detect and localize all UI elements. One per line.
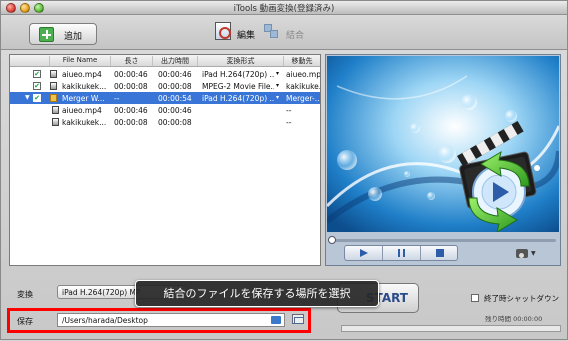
file-name-cell: kakikukek... xyxy=(62,118,107,127)
header-destination[interactable]: 移動先 xyxy=(284,56,320,66)
snapshot-button[interactable]: ▼ xyxy=(516,247,538,259)
output-time-cell: 00:00:46 xyxy=(158,106,192,115)
destination-cell: Merger-... xyxy=(286,94,320,103)
tooltip: 結合のファイルを保存する場所を選択 xyxy=(135,280,379,307)
file-name-cell: Merger W... xyxy=(62,94,105,103)
length-cell: 00:00:46 xyxy=(114,106,148,115)
format-dropdown-icon[interactable]: ▾ xyxy=(276,82,279,89)
shutdown-checkbox[interactable] xyxy=(471,294,479,302)
stop-icon xyxy=(436,249,444,257)
destination-cell: -- xyxy=(286,106,292,115)
length-cell: 00:00:08 xyxy=(114,82,148,91)
format-dropdown-icon[interactable]: ▾ xyxy=(276,70,279,77)
pause-icon xyxy=(398,249,405,257)
length-cell: 00:00:46 xyxy=(114,70,148,79)
output-time-cell: 00:00:54 xyxy=(158,94,192,103)
playback-controls xyxy=(344,245,458,261)
join-icon xyxy=(264,24,280,40)
file-list: File Name 長さ 出力時間 変換形式 移動先 ✔ aiueo.mp4 00:… xyxy=(9,54,321,266)
table-row[interactable]: aiueo.mp4 00:00:46 00:00:46 -- xyxy=(10,104,320,116)
format-cell: MPEG-2 Movie File... xyxy=(202,82,274,91)
seek-bar[interactable] xyxy=(328,236,558,244)
camera-icon xyxy=(516,249,528,258)
add-file-icon xyxy=(39,27,54,42)
file-name-cell: aiueo.mp4 xyxy=(62,106,102,115)
title-bar: iTools 動画変換(登録済み) xyxy=(1,1,567,15)
window-title: iTools 動画変換(登録済み) xyxy=(233,4,335,14)
edit-button-label: 編集 xyxy=(237,31,256,41)
output-time-cell: 00:00:08 xyxy=(158,82,192,91)
video-file-icon xyxy=(52,118,59,126)
format-cell: iPad H.264(720p) ... xyxy=(202,70,274,79)
preview-panel: ▼ xyxy=(325,54,561,266)
file-name-cell: aiueo.mp4 xyxy=(62,70,102,79)
edit-icon xyxy=(215,22,231,40)
edit-button[interactable]: 編集 xyxy=(215,22,255,44)
join-button-label: 結合 xyxy=(286,31,305,41)
format-dropdown-icon[interactable]: ▾ xyxy=(276,94,279,101)
toolbar: 追加 編集 結合 xyxy=(1,16,567,50)
header-file-name[interactable]: File Name xyxy=(50,56,111,66)
disclosure-triangle-icon[interactable]: ▼ xyxy=(25,94,30,101)
output-time-cell: 00:00:08 xyxy=(158,118,192,127)
row-checkbox[interactable]: ✔ xyxy=(33,94,41,102)
length-cell: 00:00:08 xyxy=(114,118,148,127)
shutdown-label: 終了時シャットダウン xyxy=(484,294,559,303)
header-length[interactable]: 長さ xyxy=(111,56,153,66)
table-row[interactable]: kakikukek... 00:00:08 00:00:08 -- xyxy=(10,116,320,128)
progress-bar xyxy=(341,325,561,332)
seek-handle[interactable] xyxy=(328,236,336,244)
app-window: iTools 動画変換(登録済み) 追加 編集 結合 File Name 長さ … xyxy=(0,0,568,340)
table-row[interactable]: ✔ kakikukek... 00:00:08 00:00:08 MPEG-2 Movi… xyxy=(10,80,320,92)
row-checkbox[interactable]: ✔ xyxy=(33,70,41,78)
header-check xyxy=(10,56,50,66)
header-format[interactable]: 変換形式 xyxy=(198,56,284,66)
destination-cell: kakikuke... xyxy=(286,82,320,91)
file-list-header: File Name 長さ 出力時間 変換形式 移動先 xyxy=(10,55,320,67)
add-button-label: 追加 xyxy=(64,32,83,42)
table-row[interactable]: ✔ ▼ Merger W... -- 00:00:54 iPad H.264(720p) … xyxy=(10,92,320,104)
header-output-time[interactable]: 出力時間 xyxy=(153,56,198,66)
play-button[interactable] xyxy=(345,246,383,260)
row-checkbox[interactable]: ✔ xyxy=(33,82,41,90)
add-button[interactable]: 追加 xyxy=(29,23,97,45)
video-file-icon xyxy=(50,82,57,90)
destination-cell: -- xyxy=(286,118,292,127)
length-cell: -- xyxy=(114,94,120,103)
folder-icon xyxy=(50,94,57,102)
video-file-icon xyxy=(52,106,59,114)
preview-artwork xyxy=(327,56,559,232)
table-row[interactable]: ✔ aiueo.mp4 00:00:46 00:00:46 iPad H.264(720… xyxy=(10,68,320,80)
format-cell: iPad H.264(720p) ... xyxy=(202,94,274,103)
highlight-box xyxy=(7,308,311,333)
file-name-cell: kakikukek... xyxy=(62,82,107,91)
seek-track xyxy=(332,239,556,242)
remaining-time: 残り時間 00:00:00 xyxy=(485,315,543,323)
convert-label: 変換 xyxy=(17,290,33,299)
pause-button[interactable] xyxy=(383,246,421,260)
destination-cell: aiueo.mp4 xyxy=(286,70,320,79)
output-time-cell: 00:00:46 xyxy=(158,70,192,79)
join-button[interactable]: 結合 xyxy=(264,22,304,44)
chevron-down-icon: ▼ xyxy=(531,250,536,257)
video-file-icon xyxy=(50,70,57,78)
video-preview xyxy=(327,56,559,232)
stop-button[interactable] xyxy=(421,246,459,260)
play-icon xyxy=(360,249,368,257)
